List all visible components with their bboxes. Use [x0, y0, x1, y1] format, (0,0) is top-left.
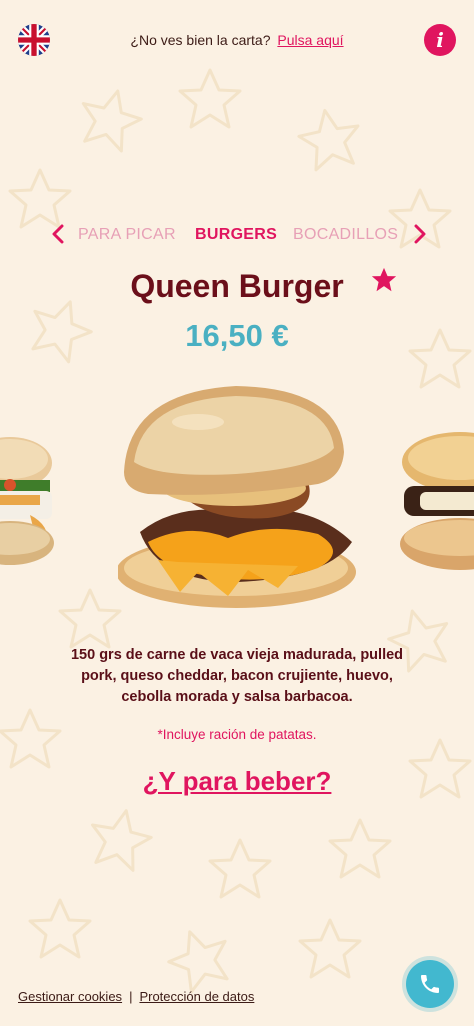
- product-price: 16,50 €: [185, 318, 289, 353]
- prev-burger-image[interactable]: [0, 435, 70, 570]
- drinks-link[interactable]: ¿Y para beber?: [0, 766, 474, 797]
- top-bar: ¿No ves bien la carta? Pulsa aquí i: [0, 18, 474, 62]
- privacy-link[interactable]: Protección de datos: [139, 989, 254, 1004]
- help-message: ¿No ves bien la carta?: [130, 32, 271, 48]
- burger-image: [118, 386, 356, 608]
- chevron-left-icon[interactable]: [48, 222, 68, 248]
- category-burgers[interactable]: BURGERS: [195, 226, 277, 244]
- category-nav: PARA PICAR BURGERS BOCADILLOS: [0, 220, 474, 250]
- menu-help-text: ¿No ves bien la carta? Pulsa aquí: [0, 32, 474, 48]
- cookies-link[interactable]: Gestionar cookies: [18, 989, 122, 1004]
- chevron-right-icon[interactable]: [410, 222, 430, 248]
- star-icon: [371, 267, 397, 292]
- help-link[interactable]: Pulsa aquí: [277, 32, 343, 48]
- category-para-picar[interactable]: PARA PICAR: [78, 226, 176, 244]
- info-icon[interactable]: i: [424, 24, 456, 56]
- product-note: *Incluye ración de patatas.: [157, 727, 317, 742]
- product-name: Queen Burger: [130, 268, 344, 304]
- footer-separator: |: [129, 989, 133, 1004]
- category-bocadillos[interactable]: BOCADILLOS: [293, 226, 398, 244]
- product-description: 150 grs de carne de vaca vieja madurada,…: [70, 647, 404, 705]
- footer: Gestionar cookies | Protección de datos: [18, 989, 254, 1004]
- phone-icon[interactable]: [406, 960, 454, 1008]
- next-burger-image[interactable]: [400, 432, 474, 572]
